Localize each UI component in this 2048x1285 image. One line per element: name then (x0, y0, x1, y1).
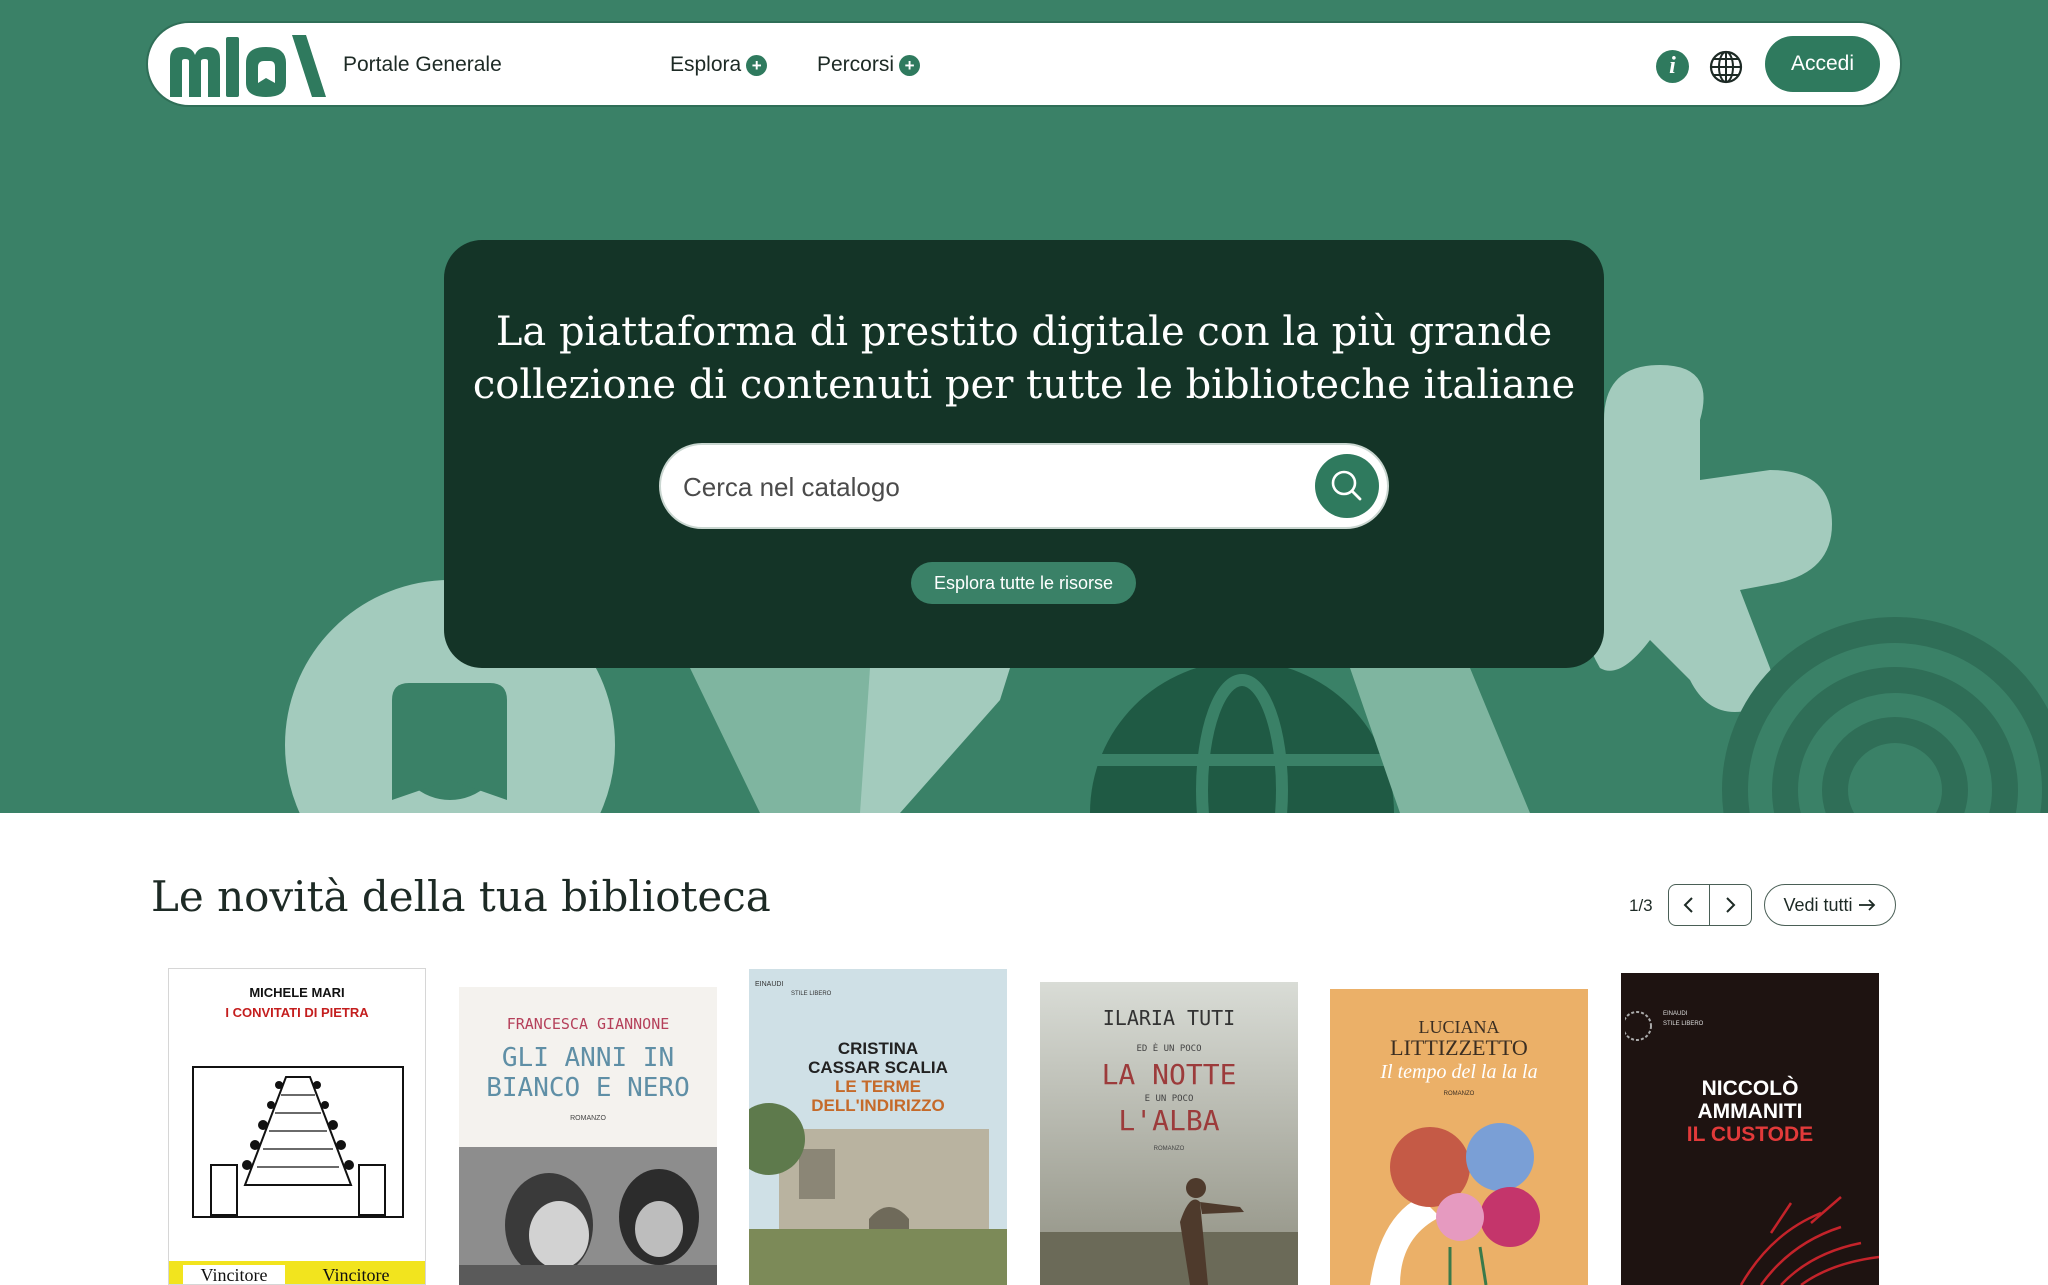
table-illustration (192, 1066, 404, 1218)
menu-explore[interactable]: Esplora + (670, 53, 768, 77)
book-title: LA NOTTE (1101, 1058, 1237, 1091)
book-title: GLI ANNI IN (501, 1043, 675, 1073)
search-icon (1331, 470, 1362, 501)
book-author: NICCOLÒ (1701, 1077, 1799, 1100)
award-badge: Vincitore (183, 1265, 285, 1284)
headline-line-1: La piattaforma di prestito digitale con … (495, 309, 1553, 355)
book-publisher: EINAUDI (755, 981, 784, 988)
hero-card: La piattaforma di prestito digitale con … (444, 240, 1604, 668)
login-button[interactable]: Accedi (1765, 36, 1880, 92)
cover-painting (749, 969, 1007, 1285)
book-cover[interactable]: ILARIA TUTI ED È UN POCO LA NOTTE E UN P… (1040, 982, 1298, 1285)
chevron-right-icon (1726, 897, 1736, 913)
news-section-title: Le novità della tua biblioteca (151, 872, 771, 921)
mlol-logo[interactable] (168, 33, 328, 99)
see-all-label: Vedi tutti (1783, 894, 1853, 915)
book-subtitle: ROMANZO (570, 1115, 606, 1122)
plus-circle-icon: + (899, 54, 921, 76)
cover-photo (459, 1147, 717, 1285)
book-author: CRISTINA (837, 1039, 919, 1058)
search-box (659, 443, 1389, 529)
book-cover[interactable]: LUCIANA LITTIZZETTO Il tempo del la la l… (1330, 989, 1588, 1285)
headline-line-2: collezione di contenuti per tutte le bib… (472, 362, 1576, 408)
arrow-right-icon (1858, 899, 1875, 911)
cover-illustration (1739, 1196, 1879, 1285)
book-author: MICHELE MARI (249, 985, 345, 1000)
pager-indicator: 1/3 (1629, 896, 1653, 915)
search-input[interactable] (683, 465, 1283, 509)
search-button[interactable] (1315, 454, 1379, 518)
book-title: I CONVITATI DI PIETRA (225, 1005, 369, 1020)
menu-explore-label: Esplora (670, 53, 742, 76)
menu-percorsi-label: Percorsi (817, 53, 895, 76)
globe-icon[interactable] (1708, 49, 1744, 85)
publisher-logo (1625, 1011, 1652, 1041)
hero-section: Portale Generale Esplora + Percorsi + i … (0, 0, 2048, 813)
plus-circle-icon: + (746, 54, 768, 76)
book-author: ILARIA TUTI (1102, 1006, 1236, 1030)
book-author: CASSAR SCALIA (808, 1058, 948, 1077)
portal-name[interactable]: Portale Generale (343, 53, 502, 77)
book-title: DELL'INDIRIZZO (811, 1096, 945, 1115)
menu-percorsi[interactable]: Percorsi + (817, 53, 921, 77)
see-all-button[interactable]: Vedi tutti (1764, 884, 1896, 926)
explore-all-button[interactable]: Esplora tutte le risorse (911, 562, 1136, 604)
book-title: L'ALBA (1118, 1104, 1220, 1137)
book-cover[interactable]: EINAUDI STILE LIBERO NICCOLÒ AMMANITI IL… (1621, 973, 1879, 1285)
book-line: E UN POCO (1144, 1094, 1194, 1104)
book-cover[interactable]: FRANCESCA GIANNONE GLI ANNI IN BIANCO E … (459, 987, 717, 1285)
book-title: LE TERME (835, 1077, 921, 1096)
book-series: STILE LIBERO (791, 991, 832, 997)
book-subtitle: ROMANZO (1443, 1091, 1475, 1097)
book-title: IL CUSTODE (1686, 1123, 1814, 1146)
book-author: LITTIZZETTO (1390, 1035, 1528, 1060)
book-subtitle: ROMANZO (1153, 1146, 1185, 1152)
book-line: ED È UN POCO (1136, 1044, 1202, 1054)
info-icon[interactable]: i (1656, 50, 1689, 83)
chevron-left-icon (1683, 897, 1693, 913)
book-author: AMMANITI (1697, 1100, 1803, 1123)
book-cover[interactable]: MICHELE MARI I CONVITATI DI PIETRA Vinci… (168, 968, 426, 1285)
prev-button[interactable] (1668, 884, 1710, 926)
book-author: FRANCESCA GIANNONE (506, 1015, 670, 1033)
award-badge: Vincitore (322, 1265, 390, 1285)
hero-headline: La piattaforma di prestito digitale con … (444, 306, 1604, 412)
book-title: Il tempo del la la la (1380, 1061, 1538, 1083)
next-button[interactable] (1710, 884, 1752, 926)
flowers-illustration (1370, 1123, 1540, 1285)
top-navbar: Portale Generale Esplora + Percorsi + i … (146, 21, 1902, 107)
book-cover[interactable]: EINAUDI STILE LIBERO CRISTINA CASSAR SCA… (749, 969, 1007, 1285)
book-series: STILE LIBERO (1663, 1021, 1704, 1027)
book-title: BIANCO E NERO (486, 1073, 690, 1103)
book-publisher: EINAUDI (1663, 1011, 1688, 1017)
